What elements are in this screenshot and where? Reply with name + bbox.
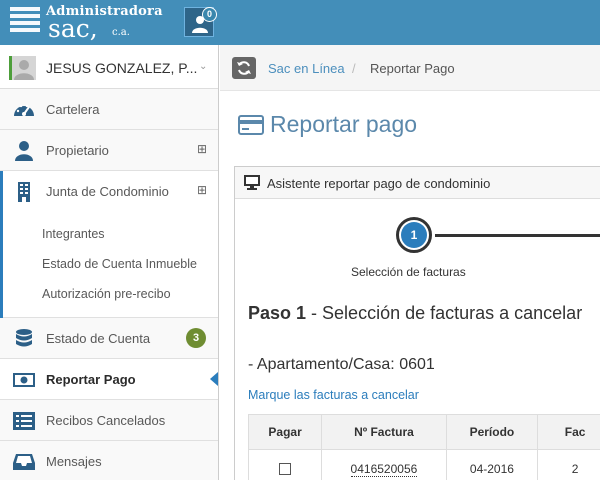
column-header-pagar: Pagar	[247, 414, 323, 450]
instruction-text: Marque las facturas a cancelar	[248, 388, 419, 402]
user-name: JESUS GONZALEZ, P...	[46, 60, 198, 76]
logo-suffix: c.a.	[112, 27, 130, 38]
sidebar-item-junta: Junta de Condominio ⊞ Integrantes Estado…	[0, 171, 218, 318]
breadcrumb-current: Reportar Pago	[370, 61, 455, 76]
sidebar-item-junta-header[interactable]: Junta de Condominio ⊞	[0, 171, 218, 212]
period-cell: 04-2016	[445, 449, 539, 480]
sidebar: JESUS GONZALEZ, P... ⌄ Cartelera Propiet…	[0, 45, 219, 480]
sidebar-item-label: Estado de Cuenta	[46, 331, 151, 346]
notification-badge: 0	[202, 7, 217, 22]
column-header-factura: Nº Factura	[321, 414, 447, 450]
wizard-widget: Asistente reportar pago de condominio 1 …	[234, 166, 600, 480]
column-header-fac: Fac	[537, 414, 600, 450]
sidebar-item-mensajes[interactable]: Mensajes	[0, 441, 218, 480]
refresh-button[interactable]	[232, 57, 256, 79]
brand-logo[interactable]: Administradora sac, c.a.	[8, 3, 178, 43]
inbox-icon	[13, 454, 35, 470]
sidebar-item-cartelera[interactable]: Cartelera	[0, 89, 218, 130]
user-notifications-button[interactable]: 0	[184, 7, 217, 37]
main-content: Sac en Línea / Reportar Pago Reportar pa…	[220, 45, 600, 480]
top-navbar: Administradora sac, c.a. 0	[0, 0, 600, 45]
sidebar-item-estado-cuenta[interactable]: Estado de Cuenta 3	[0, 318, 218, 359]
sidebar-item-propietario[interactable]: Propietario ⊞	[0, 130, 218, 171]
desktop-icon	[244, 175, 260, 190]
step-heading-rest: - Selección de facturas a cancelar	[306, 303, 583, 323]
page-title-text: Reportar pago	[270, 111, 418, 137]
user-icon	[15, 141, 33, 161]
sidebar-item-recibos-cancelados[interactable]: Recibos Cancelados	[0, 400, 218, 441]
widget-title: Asistente reportar pago de condominio	[267, 176, 491, 191]
sidebar-item-label: Recibos Cancelados	[46, 413, 166, 428]
expand-icon[interactable]: ⊞	[197, 142, 207, 156]
list-icon	[13, 412, 35, 430]
submenu-item-integrantes[interactable]: Integrantes	[0, 219, 218, 249]
sidebar-item-label: Cartelera	[46, 102, 100, 117]
pay-cell	[247, 449, 323, 480]
step-indicator: 1	[396, 217, 432, 253]
breadcrumb-home-link[interactable]: Sac en Línea	[268, 61, 345, 76]
count-badge: 3	[186, 328, 206, 348]
expand-icon[interactable]: ⊞	[197, 183, 207, 197]
sidebar-item-label: Propietario	[46, 143, 109, 158]
step-connector	[435, 234, 600, 237]
user-menu[interactable]: JESUS GONZALEZ, P... ⌄	[0, 45, 218, 89]
active-arrow-icon	[210, 372, 218, 386]
invoice-cell: 0416520056	[321, 449, 447, 480]
table-row: 0416520056 04-2016 2	[247, 449, 600, 480]
logo-brand: sac,	[48, 14, 98, 43]
step-heading: Paso 1 - Selección de facturas a cancela…	[248, 303, 582, 324]
step-label: Selección de facturas	[351, 265, 466, 279]
invoice-number[interactable]: 0416520056	[350, 461, 418, 477]
building-icon	[18, 182, 30, 202]
breadcrumb-separator: /	[352, 61, 356, 76]
table-header-row: Pagar Nº Factura Período Fac	[247, 414, 600, 450]
database-icon	[16, 329, 32, 347]
submenu-item-estado-cuenta-inmueble[interactable]: Estado de Cuenta Inmueble	[0, 249, 218, 279]
unit-label: - Apartamento/Casa: 0601	[248, 356, 435, 373]
money-icon	[13, 373, 35, 387]
sidebar-item-label: Junta de Condominio	[46, 184, 169, 199]
avatar	[12, 56, 36, 80]
invoices-table: Pagar Nº Factura Período Fac 0416520056 …	[247, 414, 600, 480]
pay-checkbox[interactable]	[279, 463, 292, 476]
step-heading-bold: Paso 1	[248, 303, 307, 323]
breadcrumb: Sac en Línea / Reportar Pago	[220, 45, 600, 91]
fac-cell: 2	[537, 449, 600, 480]
tachometer-icon	[14, 104, 34, 116]
submenu-item-autorizacion[interactable]: Autorización pre-recibo	[0, 279, 218, 309]
step-number: 1	[401, 222, 427, 248]
submenu: Integrantes Estado de Cuenta Inmueble Au…	[0, 212, 218, 318]
logo-bars-icon	[10, 7, 40, 39]
column-header-periodo: Período	[445, 414, 539, 450]
refresh-icon	[237, 61, 251, 75]
sidebar-item-label: Reportar Pago	[46, 372, 136, 387]
widget-header: Asistente reportar pago de condominio	[235, 167, 600, 199]
sidebar-item-reportar-pago[interactable]: Reportar Pago	[0, 359, 218, 400]
credit-card-icon	[238, 115, 264, 135]
sidebar-item-label: Mensajes	[46, 454, 102, 469]
chevron-down-icon: ⌄	[199, 61, 208, 72]
